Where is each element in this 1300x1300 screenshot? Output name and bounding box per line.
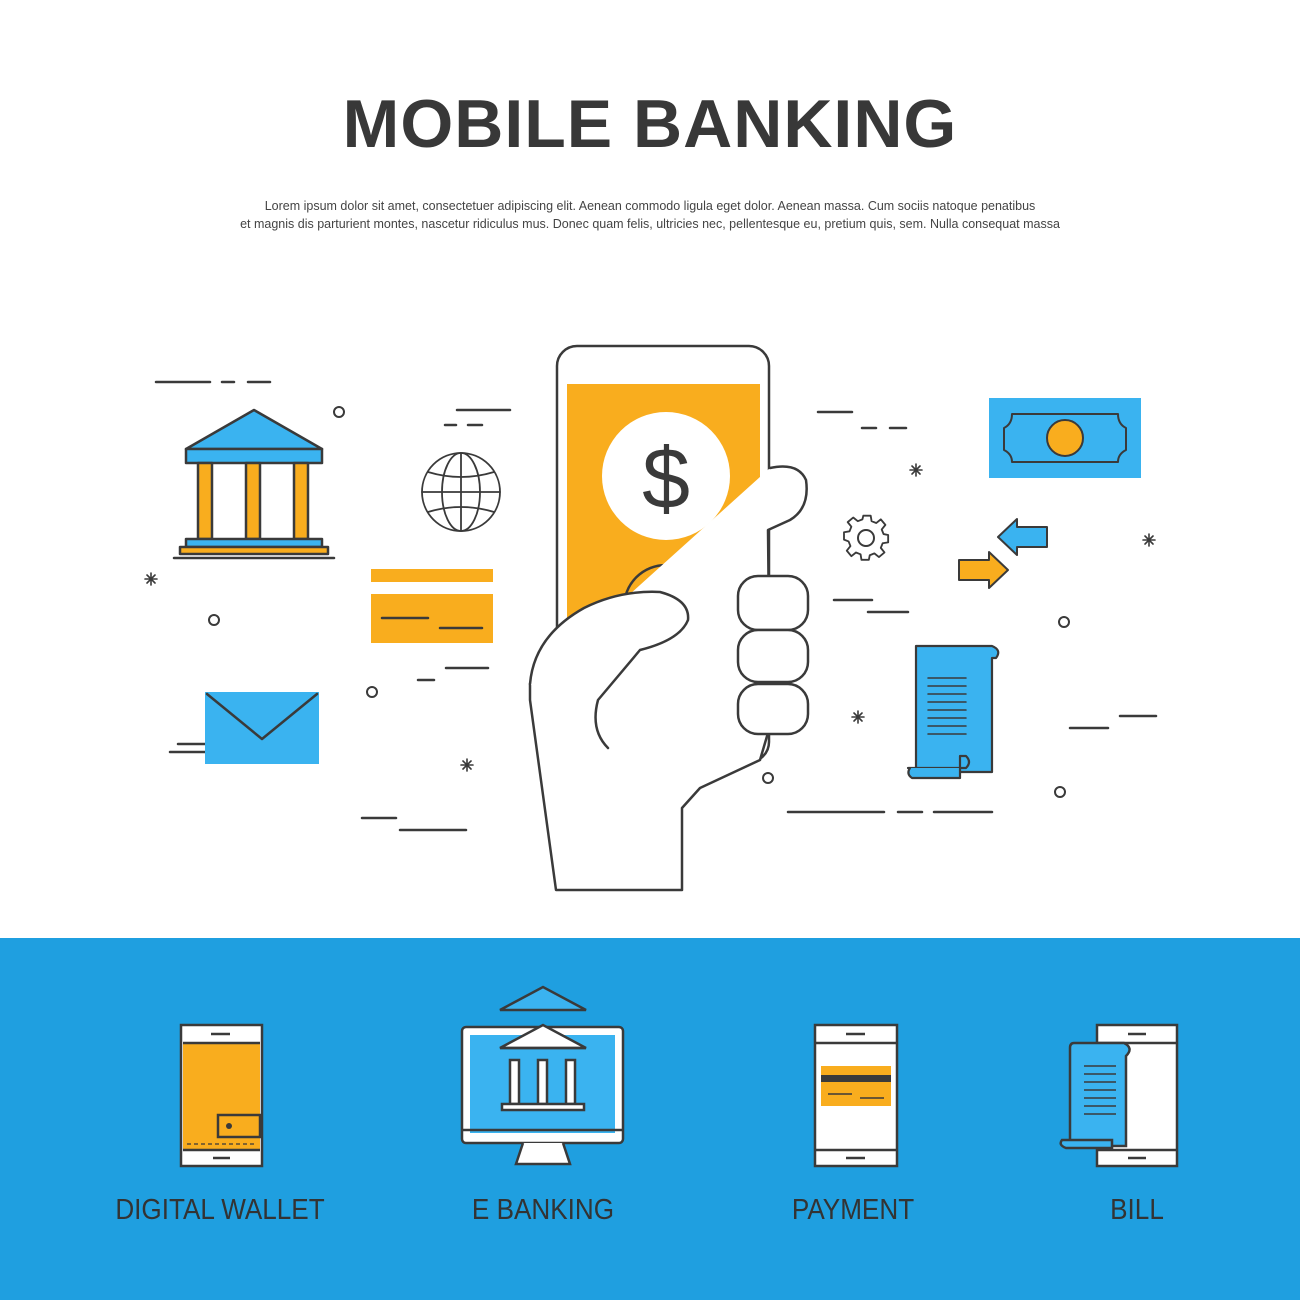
description-line-1: Lorem ipsum dolor sit amet, consectetuer… <box>264 199 1036 213</box>
exchange-arrows-icon <box>958 518 1048 589</box>
feature-label: DIGITAL WALLET <box>115 1194 325 1226</box>
monitor-bank-icon <box>460 985 625 1166</box>
description: Lorem ipsum dolor sit amet, consectetuer… <box>150 197 1150 233</box>
feature-label: BILL <box>1110 1194 1164 1226</box>
page-title: MOBILE BANKING <box>342 86 958 162</box>
feature-label: E BANKING <box>471 1194 615 1226</box>
description-line-2: et magnis dis parturient montes, nascetu… <box>240 217 1060 231</box>
banknote-icon <box>989 398 1141 478</box>
gear-icon <box>843 514 890 561</box>
phone-card-icon <box>813 1023 899 1168</box>
envelope-icon <box>205 692 319 764</box>
globe-icon <box>421 452 501 532</box>
dollar-sign: $ <box>642 431 690 527</box>
features-band: DIGITAL WALLET E BANKING PAYMENT BILL <box>0 938 1300 1300</box>
receipt-icon <box>906 644 1000 780</box>
bank-icon <box>172 408 336 560</box>
hand-holding-phone-icon <box>528 344 810 892</box>
feature-label: PAYMENT <box>791 1194 915 1226</box>
credit-card-icon <box>371 569 493 643</box>
phone-bill-icon <box>1059 1023 1179 1168</box>
hero-illustration: $ <box>144 344 1158 892</box>
phone-wallet-icon <box>179 1023 264 1168</box>
